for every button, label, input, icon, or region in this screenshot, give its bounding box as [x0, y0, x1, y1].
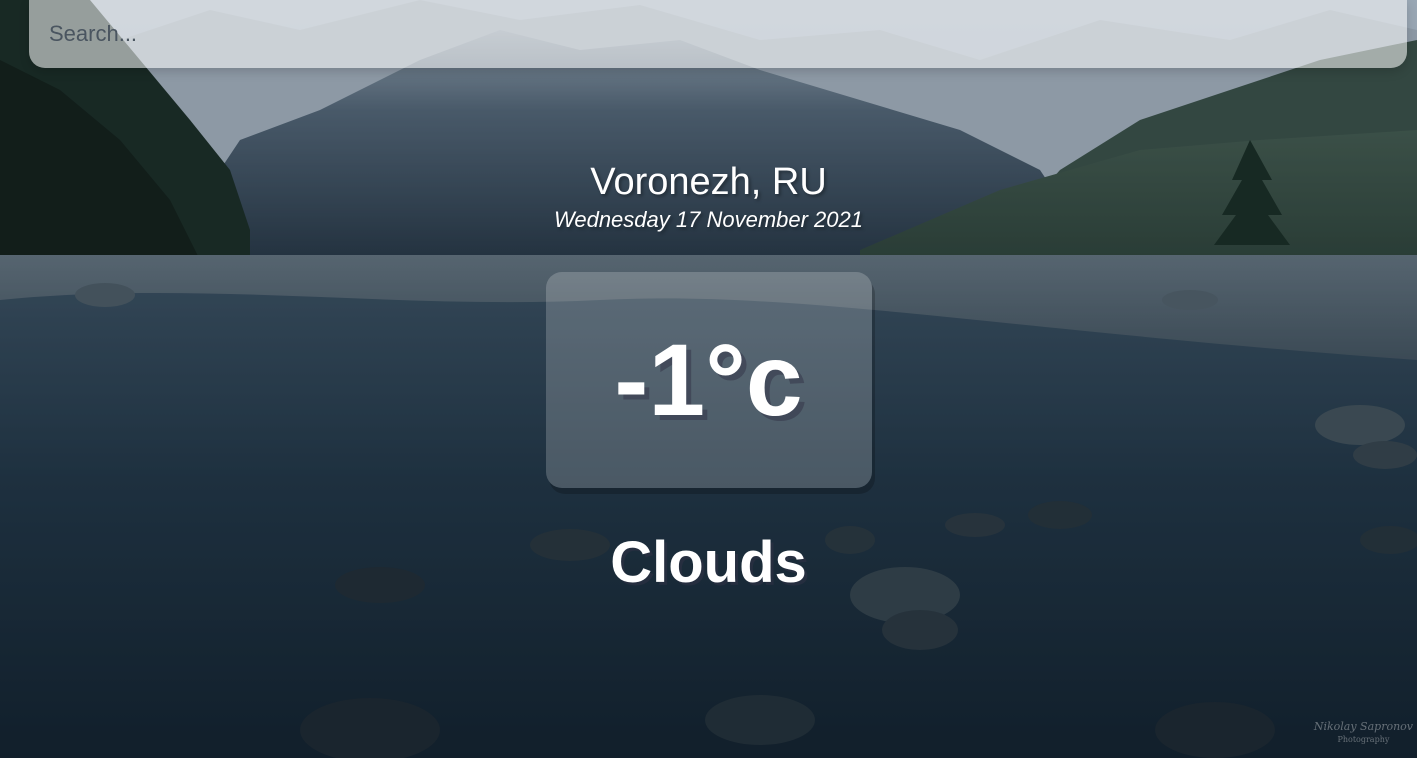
weather-box: -1°c Clouds	[0, 272, 1417, 598]
watermark-name: Nikolay Sapronov	[1313, 720, 1413, 733]
location-box: Voronezh, RU Wednesday 17 November 2021	[0, 160, 1417, 234]
temperature-display: -1°c	[545, 272, 872, 488]
watermark-subtitle: Photography	[1337, 735, 1390, 744]
search-input[interactable]	[29, 0, 1407, 68]
current-date: Wednesday 17 November 2021	[553, 207, 863, 232]
location-name: Voronezh, RU	[590, 161, 827, 203]
weather-app: Voronezh, RU Wednesday 17 November 2021 …	[0, 0, 1417, 758]
weather-condition: Clouds	[610, 530, 807, 595]
photographer-watermark: Nikolay Sapronov Photography	[1314, 720, 1413, 746]
